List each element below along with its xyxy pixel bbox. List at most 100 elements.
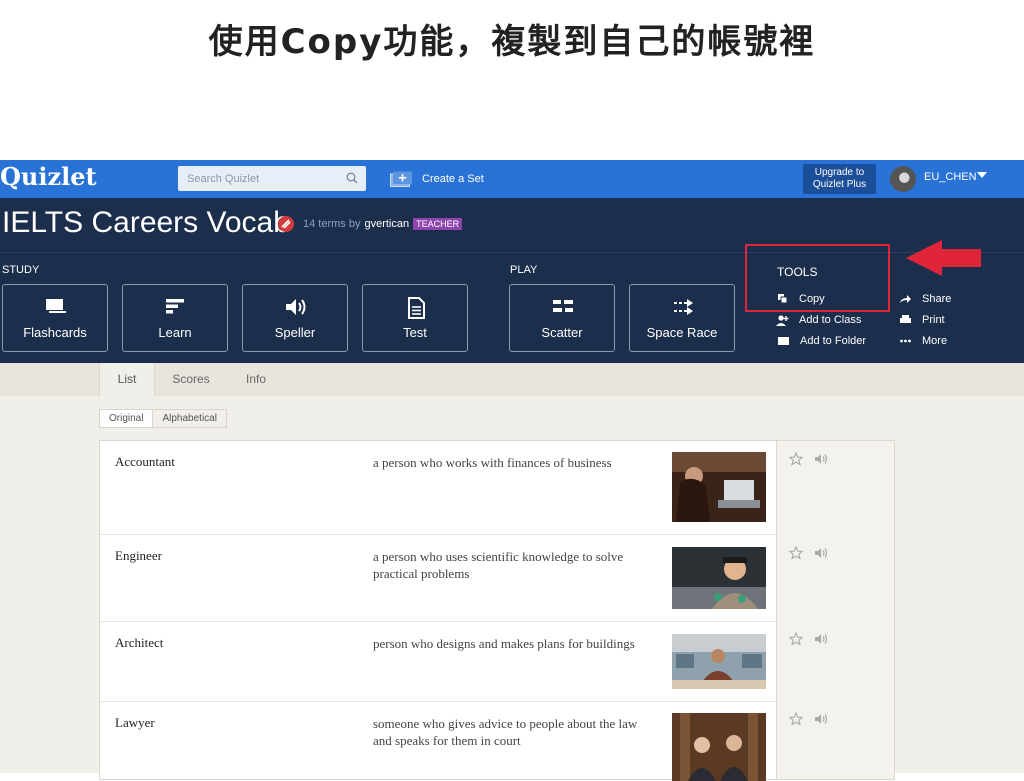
chevron-down-icon[interactable] bbox=[977, 172, 987, 179]
author-avatar-icon bbox=[278, 216, 294, 232]
copy-icon bbox=[778, 294, 788, 304]
flashcards-icon bbox=[46, 299, 66, 313]
scatter-icon bbox=[553, 300, 573, 312]
create-set-label: Create a Set bbox=[422, 173, 484, 185]
add-user-icon bbox=[776, 314, 789, 326]
term-row: Accountant a person who works with finan… bbox=[100, 441, 776, 535]
flashcards-button[interactable]: Flashcards bbox=[2, 284, 108, 352]
red-arrow-annotation bbox=[906, 240, 981, 276]
speaker-icon[interactable] bbox=[815, 713, 829, 725]
term-word: Accountant bbox=[115, 454, 175, 469]
term-image[interactable] bbox=[672, 634, 766, 689]
term-image[interactable] bbox=[672, 547, 766, 609]
term-actions bbox=[789, 546, 829, 560]
term-actions bbox=[789, 712, 829, 726]
set-title: IELTS Careers Vocab bbox=[2, 206, 290, 239]
term-actions bbox=[789, 452, 829, 466]
learn-button[interactable]: Learn bbox=[122, 284, 228, 352]
star-icon[interactable] bbox=[789, 452, 803, 466]
learn-icon bbox=[166, 299, 184, 314]
more-button[interactable]: More bbox=[900, 335, 947, 347]
speaker-icon[interactable] bbox=[815, 633, 829, 645]
set-header: IELTS Careers Vocab 14 terms by gvertica… bbox=[0, 198, 1024, 363]
space-race-label: Space Race bbox=[646, 325, 718, 340]
test-label: Test bbox=[403, 325, 427, 340]
upgrade-line2: Quizlet Plus bbox=[812, 179, 867, 190]
term-row: Architect person who designs and makes p… bbox=[100, 622, 776, 702]
flashcards-label: Flashcards bbox=[23, 325, 87, 340]
speller-button[interactable]: Speller bbox=[242, 284, 348, 352]
term-definition: person who designs and makes plans for b… bbox=[373, 636, 635, 651]
learn-label: Learn bbox=[158, 325, 192, 340]
top-nav-bar: Quizlet Create a Set Upgrade to Quizlet … bbox=[0, 160, 1024, 198]
avatar[interactable] bbox=[890, 166, 916, 192]
search-box[interactable] bbox=[178, 166, 366, 191]
play-label: PLAY bbox=[510, 264, 538, 276]
speaker-icon[interactable] bbox=[815, 547, 829, 559]
document-icon bbox=[408, 297, 425, 319]
more-icon bbox=[900, 339, 911, 343]
copy-button[interactable]: Copy bbox=[778, 293, 825, 305]
tab-info[interactable]: Info bbox=[228, 363, 284, 396]
term-word: Architect bbox=[115, 635, 164, 650]
search-icon[interactable] bbox=[346, 172, 358, 184]
term-row: Lawyer someone who gives advice to peopl… bbox=[100, 702, 776, 781]
term-image[interactable] bbox=[672, 452, 766, 522]
speller-label: Speller bbox=[274, 325, 316, 340]
term-image[interactable] bbox=[672, 713, 766, 781]
copy-label: Copy bbox=[799, 293, 825, 305]
sort-alphabetical-button[interactable]: Alphabetical bbox=[152, 410, 226, 427]
print-icon bbox=[900, 315, 911, 323]
term-list-area: Original Alphabetical Accountant a perso… bbox=[0, 396, 1024, 781]
star-icon[interactable] bbox=[789, 712, 803, 726]
tab-list[interactable]: List bbox=[99, 363, 155, 396]
share-label: Share bbox=[922, 293, 952, 305]
star-icon[interactable] bbox=[789, 546, 803, 560]
print-button[interactable]: Print bbox=[900, 314, 945, 326]
print-label: Print bbox=[922, 314, 945, 326]
term-definition: a person who works with finances of busi… bbox=[373, 455, 612, 470]
add-to-folder-label: Add to Folder bbox=[800, 335, 867, 347]
study-label: STUDY bbox=[2, 264, 40, 276]
term-list: Accountant a person who works with finan… bbox=[99, 440, 777, 781]
term-word: Engineer bbox=[115, 548, 162, 563]
quizlet-logo[interactable]: Quizlet bbox=[0, 162, 97, 191]
term-count: 14 terms by bbox=[303, 218, 361, 230]
tabs-bar: List Scores Info bbox=[0, 363, 1024, 396]
page-caption: 使用Copy功能，複製到自己的帳號裡 bbox=[208, 22, 816, 62]
upgrade-button[interactable]: Upgrade to Quizlet Plus bbox=[803, 164, 876, 194]
username[interactable]: EU_CHEN bbox=[924, 171, 977, 183]
term-definition: a person who uses scientific knowledge t… bbox=[373, 549, 624, 581]
sort-original-button[interactable]: Original bbox=[100, 410, 152, 427]
tab-scores[interactable]: Scores bbox=[160, 363, 222, 396]
upgrade-line1: Upgrade to bbox=[814, 167, 865, 178]
more-label: More bbox=[922, 335, 948, 347]
create-set-button[interactable]: Create a Set bbox=[390, 170, 484, 188]
add-to-folder-button[interactable]: Add to Folder bbox=[778, 335, 866, 347]
term-actions-panel bbox=[777, 440, 895, 780]
scatter-label: Scatter bbox=[541, 325, 583, 340]
share-button[interactable]: Share bbox=[900, 293, 951, 305]
speaker-icon bbox=[286, 299, 306, 315]
term-row: Engineer a person who uses scientific kn… bbox=[100, 535, 776, 622]
share-icon bbox=[900, 295, 911, 303]
set-meta: 14 terms by gvertican TEACHER bbox=[278, 216, 463, 232]
term-definition: someone who gives advice to people about… bbox=[373, 716, 638, 748]
search-input[interactable] bbox=[178, 166, 338, 191]
test-button[interactable]: Test bbox=[362, 284, 468, 352]
arrows-icon bbox=[674, 299, 693, 315]
add-to-class-label: Add to Class bbox=[799, 314, 862, 326]
teacher-badge: TEACHER bbox=[413, 218, 463, 230]
scatter-button[interactable]: Scatter bbox=[509, 284, 615, 352]
term-word: Lawyer bbox=[115, 715, 155, 730]
add-to-class-button[interactable]: Add to Class bbox=[776, 314, 861, 326]
author-link[interactable]: gvertican bbox=[364, 218, 409, 230]
space-race-button[interactable]: Space Race bbox=[629, 284, 735, 352]
term-actions bbox=[789, 632, 829, 646]
speaker-icon[interactable] bbox=[815, 453, 829, 465]
folder-icon bbox=[778, 337, 789, 345]
tools-title: TOOLS bbox=[777, 265, 818, 279]
create-set-icon bbox=[390, 171, 412, 187]
star-icon[interactable] bbox=[789, 632, 803, 646]
sort-toggle: Original Alphabetical bbox=[99, 409, 227, 428]
